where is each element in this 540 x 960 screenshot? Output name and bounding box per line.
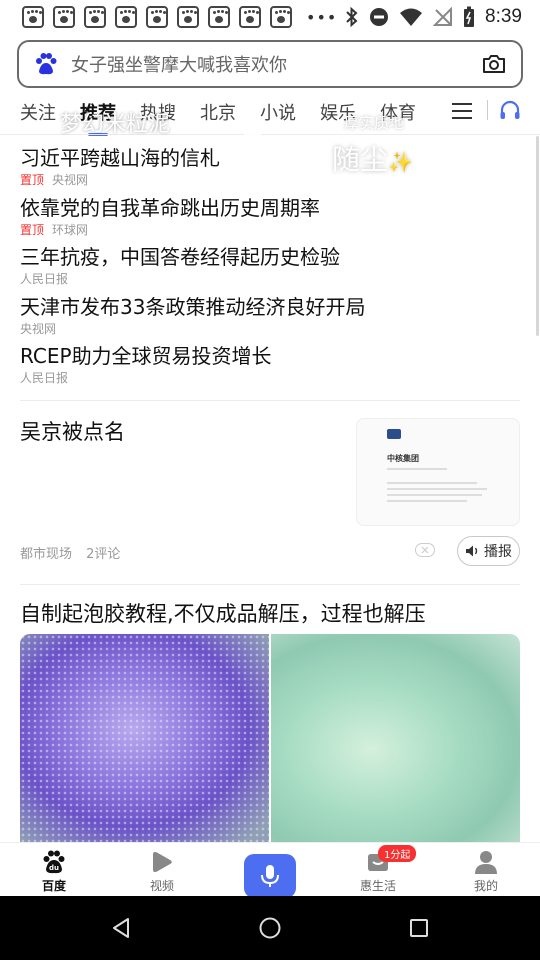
video-caption-right: 随尘✨ (332, 143, 413, 176)
video-frame-left (20, 634, 269, 844)
hot-news-item[interactable]: RCEP助力全球贸易投资增长 人民日报 (20, 342, 520, 392)
news-source: 人民日报 (20, 272, 69, 286)
user-icon (475, 851, 497, 874)
pinned-label: 置顶 (20, 222, 45, 237)
nav-home-label: 百度 (41, 879, 66, 893)
baidu-notification-icon (146, 6, 168, 28)
hot-news-item[interactable]: 依靠党的自我革命跳出历史周期率 置顶 环球网 (20, 194, 520, 244)
hot-news-title[interactable]: 习近平跨越山海的信札 (20, 144, 520, 172)
article-meta: 都市现场 2评论 (20, 543, 120, 562)
search-input[interactable]: 女子强坐警摩大喊我喜欢你 (71, 51, 481, 77)
bottom-navigation: du 百度 视频 1分起 惠生活 我的 (0, 842, 540, 898)
pinned-label: 置顶 (20, 173, 45, 187)
camera-icon[interactable] (481, 51, 507, 77)
article-title[interactable]: 吴京被点名 (20, 416, 125, 446)
voice-search-button[interactable] (244, 854, 296, 898)
read-aloud-button[interactable]: 播报 (457, 536, 520, 566)
baidu-notification-icon (239, 6, 261, 28)
nav-video[interactable]: 视频 (108, 843, 216, 896)
video-tab-icon (153, 852, 172, 872)
section-divider (20, 400, 520, 401)
speaker-icon (466, 545, 478, 557)
baidu-notification-icon (22, 6, 44, 28)
article-thumbnail[interactable]: 中核集团 (356, 418, 520, 526)
nav-video-label: 视频 (149, 879, 174, 893)
system-navigation-bar (0, 896, 540, 960)
read-aloud-label: 播报 (484, 544, 512, 560)
battery-icon (464, 6, 475, 27)
baidu-notification-icon (53, 6, 75, 28)
video-caption-left: 梦幻米粒泥 (60, 112, 171, 137)
search-box[interactable]: 女子强坐警摩大喊我喜欢你 (17, 40, 523, 88)
video-thumbnail[interactable] (20, 634, 520, 844)
baidu-notification-icon (270, 6, 292, 28)
nav-mine-label: 我的 (473, 879, 498, 893)
news-source: 央视网 (52, 173, 89, 187)
headphone-icon[interactable] (498, 98, 522, 122)
hot-news-title[interactable]: 天津市发布33条政策推动经济良好开局 (20, 293, 520, 321)
tab-divider (487, 100, 488, 120)
bluetooth-icon (346, 7, 358, 27)
hot-news-title[interactable]: 三年抗疫，中国答卷经得起历史检验 (20, 243, 520, 271)
hot-news-title[interactable]: 依靠党的自我革命跳出历史周期率 (20, 194, 520, 222)
notification-icons (22, 6, 292, 28)
dislike-icon[interactable] (415, 543, 435, 557)
news-source: 环球网 (52, 222, 89, 237)
hot-news-list: 习近平跨越山海的信札 置顶 央视网 依靠党的自我革命跳出历史周期率 置顶 环球网 三… (20, 144, 520, 392)
sparkle-icon: ✨ (388, 150, 413, 174)
play-icon[interactable] (235, 120, 269, 154)
nav-home[interactable]: du 百度 (0, 843, 108, 896)
more-notifications-icon: ••• (306, 7, 338, 27)
baidu-notification-icon (208, 6, 230, 28)
baidu-notification-icon (115, 6, 137, 28)
life-badge: 1分起 (378, 845, 417, 862)
back-icon[interactable] (110, 916, 132, 940)
nav-voice-search[interactable] (216, 843, 324, 898)
tab-beijing[interactable]: 北京 (200, 98, 236, 130)
news-source: 人民日报 (20, 371, 69, 385)
recent-apps-icon[interactable] (408, 917, 430, 939)
hot-news-item[interactable]: 习近平跨越山海的信札 置顶 央视网 (20, 144, 520, 194)
video-frame-right (271, 634, 520, 844)
microphone-icon (261, 865, 279, 887)
scrollbar[interactable] (536, 136, 539, 336)
wifi-icon (400, 8, 423, 26)
home-circle-icon[interactable] (258, 916, 282, 940)
svg-text:du: du (49, 864, 59, 872)
baidu-home-icon: du (43, 850, 65, 874)
nav-life-label: 惠生活 (359, 879, 396, 893)
nav-life[interactable]: 1分起 惠生活 (324, 843, 432, 896)
news-source: 央视网 (20, 321, 57, 336)
baidu-notification-icon (84, 6, 106, 28)
nav-mine[interactable]: 我的 (432, 843, 540, 896)
article-title[interactable]: 自制起泡胶教程,不仅成品解压，过程也解压 (20, 598, 426, 628)
article-source: 都市现场 (20, 547, 73, 562)
video-caption-subtitle: 厚实质地 (344, 114, 405, 132)
hot-news-item[interactable]: 天津市发布33条政策推动经济良好开局 央视网 (20, 293, 520, 343)
no-signal-icon (433, 7, 453, 26)
baidu-paw-icon (36, 53, 57, 75)
thumbnail-logo (387, 429, 401, 439)
comment-count[interactable]: 2评论 (86, 547, 120, 562)
tab-follow[interactable]: 关注 (20, 98, 56, 130)
menu-icon[interactable] (452, 102, 472, 120)
baidu-notification-icon (177, 6, 199, 28)
status-bar: ••• 8:39 (0, 0, 540, 34)
thumbnail-heading: 中核集团 (387, 454, 419, 463)
hot-news-title[interactable]: RCEP助力全球贸易投资增长 (20, 342, 520, 370)
section-divider (20, 584, 520, 585)
clock: 8:39 (485, 6, 522, 27)
hot-news-item[interactable]: 三年抗疫，中国答卷经得起历史检验 人民日报 (20, 243, 520, 293)
do-not-disturb-icon (370, 8, 389, 26)
